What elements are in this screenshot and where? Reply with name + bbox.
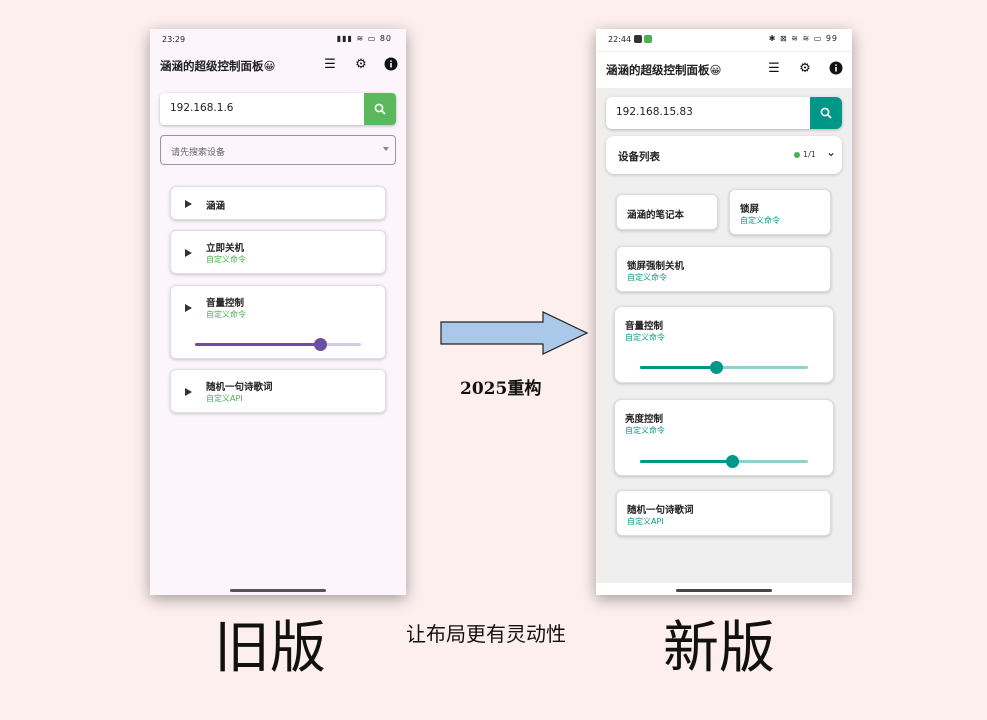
settings-gear-icon[interactable]: ⚙ — [797, 61, 813, 77]
new-api-card[interactable]: 随机一句诗歌词 自定义API — [616, 490, 831, 536]
info-icon[interactable] — [383, 57, 399, 73]
dropdown-arrow-icon — [383, 147, 389, 151]
new-status-bar: 22:44 ✱ ⊠ ≋ ≋ ▭ 99 — [596, 29, 852, 51]
new-card-title: 亮度控制 — [625, 414, 664, 425]
old-version-label: 旧版 — [214, 616, 326, 681]
slider-thumb[interactable] — [726, 455, 740, 468]
device-list-label: 设备列表 — [618, 151, 660, 163]
old-ip-input[interactable]: 192.168.1.6 — [160, 93, 396, 125]
new-force-shutdown-card[interactable]: 锁屏强制关机 自定义命令 — [616, 246, 831, 292]
slider-fill — [640, 460, 733, 463]
play-arrow-icon[interactable] — [185, 388, 192, 396]
new-card-title: 锁屏 — [740, 204, 760, 215]
chevron-down-icon[interactable]: ⌄ — [826, 145, 836, 159]
old-card-title: 随机一句诗歌词 — [206, 382, 273, 393]
new-lock-card[interactable]: 锁屏 自定义命令 — [729, 189, 831, 235]
old-card-subtitle: 自定义API — [206, 394, 243, 403]
old-card-subtitle: 自定义命令 — [206, 255, 246, 264]
old-version-screenshot: 23:29 ▮▮▮ ≋ ▭ 80 涵涵的超级控制面板😀 ☰ ⚙ 192.168.… — [150, 29, 406, 595]
old-api-card[interactable]: 随机一句诗歌词 自定义API — [170, 369, 386, 413]
search-icon — [374, 103, 386, 115]
new-card-subtitle: 自定义命令 — [625, 426, 665, 435]
new-version-screenshot: 22:44 ✱ ⊠ ≋ ≋ ▭ 99 涵涵的超级控制面板😀 ☰ ⚙ 192.16… — [596, 29, 852, 595]
arrow-label: 2025重构 — [460, 379, 542, 399]
old-gesture-bar — [230, 589, 326, 592]
list-icon[interactable]: ☰ — [322, 57, 338, 73]
new-app-bar: 涵涵的超级控制面板😀 ☰ ⚙ — [596, 52, 852, 88]
online-status-dot — [794, 152, 800, 158]
slider-fill — [640, 366, 716, 369]
new-card-subtitle: 自定义API — [627, 517, 664, 526]
old-app-bar: 涵涵的超级控制面板😀 ☰ ⚙ — [150, 50, 406, 80]
new-card-title: 随机一句诗歌词 — [627, 505, 694, 516]
device-count: 1/1 — [803, 150, 816, 159]
new-device-card[interactable]: 涵涵的笔记本 — [616, 194, 718, 230]
old-app-title: 涵涵的超级控制面板😀 — [160, 59, 276, 73]
new-volume-slider[interactable] — [640, 360, 808, 374]
slider-thumb[interactable] — [313, 338, 327, 351]
new-ip-value: 192.168.15.83 — [616, 106, 693, 118]
old-device-select[interactable]: 请先搜索设备 — [160, 135, 396, 165]
old-card-subtitle: 自定义命令 — [206, 310, 246, 319]
old-card-title: 立即关机 — [206, 243, 245, 254]
search-icon — [820, 107, 832, 119]
settings-gear-icon[interactable]: ⚙ — [353, 57, 369, 73]
old-command-card[interactable]: 立即关机 自定义命令 — [170, 230, 386, 274]
new-status-icons: ✱ ⊠ ≋ ≋ ▭ 99 — [768, 34, 838, 43]
old-volume-slider[interactable] — [195, 337, 361, 351]
list-icon[interactable]: ☰ — [766, 61, 782, 77]
old-status-time: 23:29 — [162, 35, 186, 44]
old-device-card[interactable]: 涵涵 — [170, 186, 386, 220]
new-brightness-card[interactable]: 亮度控制 自定义命令 — [614, 399, 834, 476]
arrow-right-icon — [440, 311, 589, 355]
new-card-title: 锁屏强制关机 — [627, 261, 685, 272]
old-card-title: 涵涵 — [206, 201, 226, 212]
new-ip-input[interactable]: 192.168.15.83 — [606, 97, 842, 129]
new-gesture-bar — [676, 589, 772, 592]
new-volume-card[interactable]: 音量控制 自定义命令 — [614, 306, 834, 383]
old-battery-level: 80 — [379, 34, 392, 43]
new-card-title: 涵涵的笔记本 — [627, 210, 685, 221]
slider-fill — [195, 343, 320, 346]
new-search-button[interactable] — [810, 97, 842, 129]
new-brightness-slider[interactable] — [640, 454, 808, 468]
old-volume-card[interactable]: 音量控制 自定义命令 — [170, 285, 386, 359]
new-card-title: 音量控制 — [625, 321, 664, 332]
old-card-title: 音量控制 — [206, 298, 245, 309]
old-device-select-placeholder: 请先搜索设备 — [171, 148, 226, 158]
new-battery-level: 99 — [825, 34, 838, 43]
old-search-button[interactable] — [364, 93, 396, 125]
new-card-subtitle: 自定义命令 — [740, 216, 780, 225]
old-status-icons: ▮▮▮ ≋ ▭ 80 — [336, 34, 392, 43]
new-app-title: 涵涵的超级控制面板😀 — [606, 63, 722, 77]
info-icon[interactable] — [828, 61, 844, 77]
slider-thumb[interactable] — [709, 361, 723, 374]
new-card-subtitle: 自定义命令 — [625, 333, 665, 342]
play-arrow-icon[interactable] — [185, 200, 192, 208]
play-arrow-icon[interactable] — [185, 304, 192, 312]
middle-caption: 让布局更有灵动性 — [406, 622, 566, 646]
old-status-bar: 23:29 ▮▮▮ ≋ ▭ 80 — [150, 29, 406, 51]
new-card-subtitle: 自定义命令 — [627, 273, 667, 282]
play-arrow-icon[interactable] — [185, 249, 192, 257]
old-ip-value: 192.168.1.6 — [170, 102, 234, 114]
new-device-list-header[interactable]: 设备列表 1/1 ⌄ — [606, 136, 842, 174]
new-status-time: 22:44 — [608, 35, 653, 44]
new-version-label: 新版 — [663, 616, 775, 681]
